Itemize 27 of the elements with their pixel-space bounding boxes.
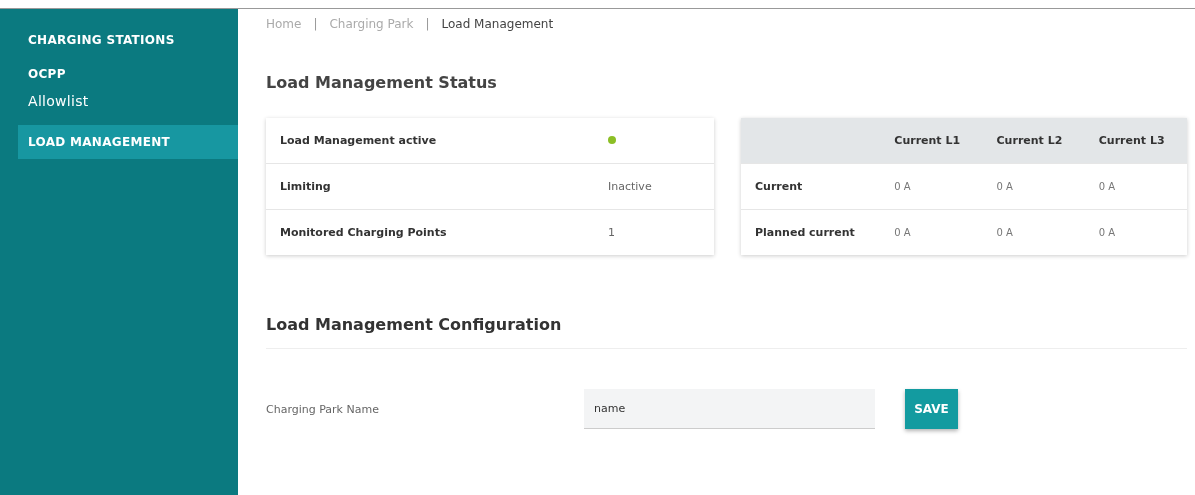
- table-cell: 0 A: [894, 181, 911, 192]
- field-label: Charging Park Name: [266, 402, 380, 416]
- row-label: Planned current: [755, 226, 855, 239]
- breadcrumb-separator: |: [313, 17, 318, 31]
- name-field[interactable]: name: [584, 389, 875, 429]
- sidebar-item[interactable]: Allowlist: [0, 91, 238, 119]
- section-title: Load Management Configuration: [266, 315, 1187, 349]
- table-cell: 0 A: [996, 227, 1013, 238]
- sidebar-item[interactable]: OCPP: [0, 57, 238, 91]
- save-button[interactable]: SAVE: [905, 389, 958, 429]
- table-cell: 0 A: [996, 181, 1013, 192]
- sidebar-item[interactable]: LOAD MANAGEMENT: [18, 125, 238, 159]
- table-cell: 1: [608, 226, 615, 239]
- column-header: Current L3: [1098, 134, 1165, 147]
- column-header: Current L1: [894, 134, 961, 147]
- table-cell: 0 A: [1098, 227, 1116, 238]
- row-label: Limiting: [280, 180, 331, 193]
- row-label: Current: [755, 180, 803, 193]
- row-label: Load Management active: [280, 134, 437, 147]
- table-cell: 0 A: [1098, 181, 1116, 192]
- column-header: Current L2: [996, 134, 1063, 147]
- row-label: Monitored Charging Points: [280, 226, 447, 239]
- breadcrumb-separator: |: [425, 17, 430, 31]
- sidebar-item[interactable]: CHARGING STATIONS: [0, 23, 238, 57]
- table-cell: Inactive: [608, 180, 652, 193]
- table-cell: 0 A: [894, 227, 911, 238]
- section-title: Load Management Status: [266, 73, 498, 92]
